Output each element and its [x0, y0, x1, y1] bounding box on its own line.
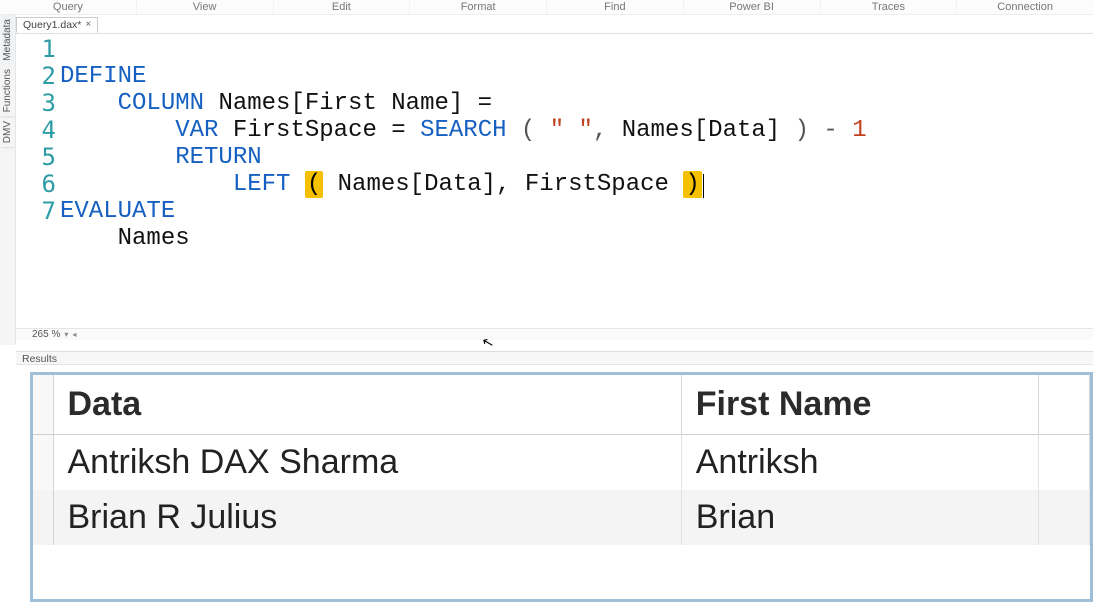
comma: ,	[593, 117, 607, 144]
kw-define: DEFINE	[60, 63, 146, 90]
menu-find[interactable]: Find	[547, 0, 684, 14]
menu-view[interactable]: View	[137, 0, 274, 14]
menu-connection[interactable]: Connection	[957, 0, 1093, 14]
line-number: 7	[16, 198, 58, 225]
cell-firstname[interactable]: Brian	[681, 490, 1039, 545]
left-arg2: FirstSpace	[525, 171, 669, 198]
row-handle-header	[33, 375, 53, 435]
var-name: FirstSpace =	[233, 117, 406, 144]
line-number: 2	[16, 63, 58, 90]
col-header-firstname[interactable]: First Name	[681, 375, 1039, 435]
kw-column: COLUMN	[118, 90, 204, 117]
file-tab-label: Query1.dax*	[23, 19, 81, 31]
menu-format[interactable]: Format	[410, 0, 547, 14]
col-header-data[interactable]: Data	[53, 375, 681, 435]
results-table: Data First Name Antriksh DAX Sharma Antr…	[33, 375, 1090, 545]
left-rail: Metadata Functions DMV	[0, 15, 16, 345]
minus: -	[823, 117, 837, 144]
chevron-left-icon[interactable]: ◂	[72, 330, 76, 339]
line-number: 1	[16, 36, 58, 63]
kw-evaluate: EVALUATE	[60, 198, 175, 225]
paren-open: (	[521, 117, 535, 144]
text-caret	[703, 174, 705, 198]
fn-search: SEARCH	[420, 117, 506, 144]
num-one: 1	[852, 117, 866, 144]
str-space: " "	[550, 117, 593, 144]
table-row[interactable]: Antriksh DAX Sharma Antriksh	[33, 435, 1090, 491]
editor-code[interactable]: DEFINE COLUMN Names[First Name] = VAR Fi…	[60, 36, 867, 279]
cell-empty	[1039, 435, 1090, 491]
close-icon[interactable]: ×	[85, 20, 91, 30]
line-number: 6	[16, 171, 58, 198]
table-header-row: Data First Name	[33, 375, 1090, 435]
row-handle[interactable]	[33, 490, 53, 545]
paren-open-hl: (	[305, 171, 323, 198]
col-ref-data: Names[Data]	[622, 117, 780, 144]
left-arg1: Names[Data],	[338, 171, 511, 198]
editor-gutter: 1 2 3 4 5 6 7	[16, 36, 58, 225]
menu-bar: Query View Edit Format Find Power BI Tra…	[0, 0, 1093, 15]
col-ref: Names[First Name] =	[218, 90, 492, 117]
menu-query[interactable]: Query	[0, 0, 137, 14]
row-handle[interactable]	[33, 435, 53, 491]
kw-var: VAR	[175, 117, 218, 144]
menu-edit[interactable]: Edit	[274, 0, 411, 14]
paren-close-hl: )	[683, 171, 701, 198]
zoom-value[interactable]: 265 %	[32, 329, 60, 340]
cell-data[interactable]: Brian R Julius	[53, 490, 681, 545]
kw-return: RETURN	[175, 144, 261, 171]
line-number: 3	[16, 90, 58, 117]
table-ref: Names	[118, 225, 190, 252]
menu-traces[interactable]: Traces	[821, 0, 958, 14]
menu-powerbi[interactable]: Power BI	[684, 0, 821, 14]
file-tab-query1[interactable]: Query1.dax* ×	[16, 17, 98, 33]
rail-tab-dmv[interactable]: DMV	[1, 117, 14, 148]
code-editor[interactable]: 1 2 3 4 5 6 7 DEFINE COLUMN Names[First …	[16, 33, 1093, 329]
results-grid[interactable]: Data First Name Antriksh DAX Sharma Antr…	[30, 372, 1093, 602]
zoom-bar: 265 % ▾ ◂	[16, 328, 1093, 340]
rail-tab-metadata[interactable]: Metadata	[1, 15, 14, 65]
chevron-down-icon[interactable]: ▾	[64, 330, 68, 339]
file-tab-strip: Query1.dax* ×	[16, 15, 98, 33]
col-header-empty	[1039, 375, 1090, 435]
cell-firstname[interactable]: Antriksh	[681, 435, 1039, 491]
table-row[interactable]: Brian R Julius Brian	[33, 490, 1090, 545]
fn-left: LEFT	[233, 171, 291, 198]
line-number: 5	[16, 144, 58, 171]
paren-close: )	[795, 117, 809, 144]
rail-tab-functions[interactable]: Functions	[1, 65, 14, 117]
line-number: 4	[16, 117, 58, 144]
results-panel-label: Results	[22, 353, 57, 365]
cell-data[interactable]: Antriksh DAX Sharma	[53, 435, 681, 491]
results-panel-header[interactable]: Results	[16, 351, 1093, 365]
cell-empty	[1039, 490, 1090, 545]
